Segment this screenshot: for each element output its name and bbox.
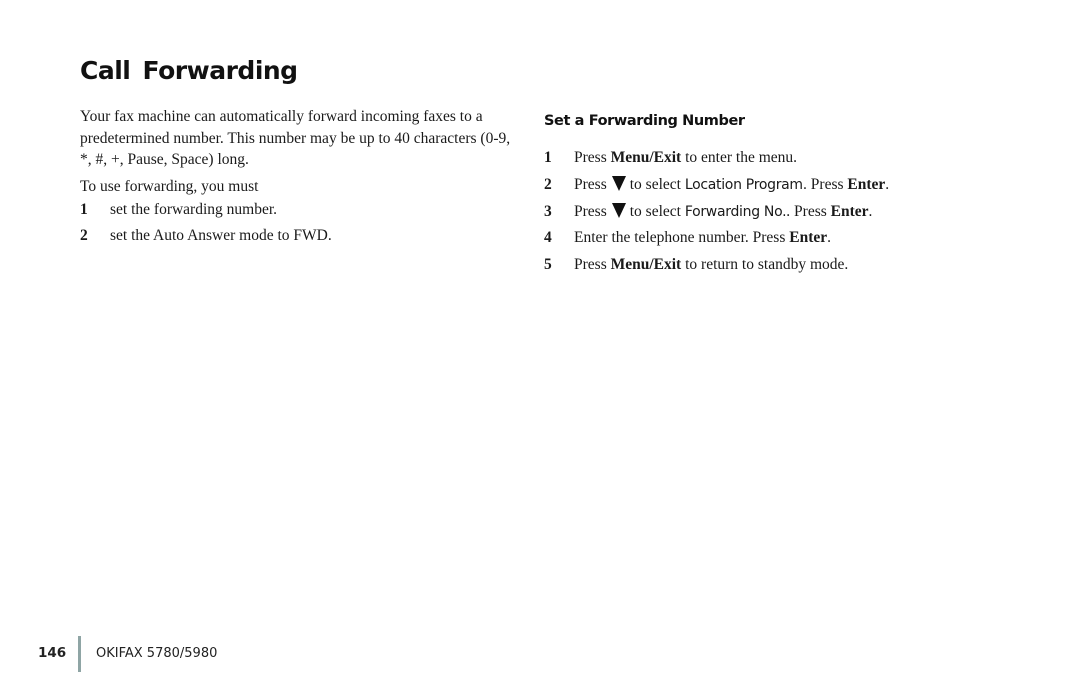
step-number: 2 <box>544 176 552 194</box>
step-number: 1 <box>80 201 88 219</box>
key-name: Enter <box>830 202 869 220</box>
page-number: 146 <box>38 645 67 661</box>
list-item: 2 set the Auto Answer mode to FWD. <box>80 223 520 249</box>
down-triangle-icon <box>611 202 626 218</box>
procedure-section: Set a Forwarding Number 1 Press Menu/Exi… <box>544 113 964 278</box>
step-number: 3 <box>544 202 552 220</box>
footer-divider <box>78 636 81 672</box>
text: Enter the telephone number. Press <box>574 229 790 247</box>
lcd-text: Location Program. <box>684 177 807 194</box>
down-triangle-icon <box>611 176 626 192</box>
page-title: Call Forwarding <box>80 56 298 85</box>
key-name: Menu/Exit <box>610 149 682 167</box>
procedure-steps: 1 Press Menu/Exit to enter the menu. 2 P… <box>544 145 964 278</box>
text: Press <box>806 176 848 194</box>
text: to return to standby mode. <box>681 256 849 274</box>
text: to enter the menu. <box>681 149 798 167</box>
step-number: 5 <box>544 256 552 274</box>
step-number: 1 <box>544 149 552 167</box>
text: . <box>868 202 873 220</box>
step-text: Press Menu/Exit to return to standby mod… <box>574 256 848 274</box>
text: . <box>827 229 831 247</box>
lead-text: To use forwarding, you must <box>80 177 259 195</box>
page-footer: 146 OKIFAX 5780/5980 <box>0 636 1080 672</box>
text: Press <box>574 256 611 274</box>
key-name: Menu/Exit <box>610 256 682 274</box>
list-item: 1 Press Menu/Exit to enter the menu. <box>544 145 964 172</box>
requirements-list: 1 set the forwarding number. 2 set the A… <box>80 197 520 249</box>
list-item: 2 Press to select Location Program. Press… <box>544 172 964 199</box>
text: Press <box>574 202 607 220</box>
list-item: 1 set the forwarding number. <box>80 197 520 223</box>
step-text: Press to select Location Program. Press E… <box>574 176 889 194</box>
step-text: Press to select Forwarding No.. Press Ent… <box>574 202 873 221</box>
lcd-text: Forwarding No. <box>684 203 787 220</box>
product-name: OKIFAX 5780/5980 <box>96 646 218 661</box>
text: . Press <box>786 202 831 220</box>
intro-paragraph: Your fax machine can automatically forwa… <box>80 108 511 168</box>
step-text: Enter the telephone number. Press Enter. <box>574 229 831 247</box>
list-item: 3 Press to select Forwarding No.. Press E… <box>544 198 964 225</box>
intro-section: Your fax machine can automatically forwa… <box>80 106 520 249</box>
step-number: 4 <box>544 229 552 247</box>
step-text: Press Menu/Exit to enter the menu. <box>574 149 797 167</box>
step-text: set the Auto Answer mode to FWD. <box>110 227 332 245</box>
step-number: 2 <box>80 227 88 245</box>
text: Press <box>574 176 607 194</box>
key-name: Enter <box>789 229 828 247</box>
list-item: 5 Press Menu/Exit to return to standby m… <box>544 252 964 279</box>
section-heading: Set a Forwarding Number <box>544 113 745 129</box>
list-item: 4 Enter the telephone number. Press Ente… <box>544 225 964 252</box>
text: to select <box>629 176 685 194</box>
key-name: Enter <box>847 176 886 194</box>
text: Press <box>574 149 611 167</box>
text: . <box>885 176 890 194</box>
text: to select <box>629 202 685 220</box>
step-text: set the forwarding number. <box>110 201 278 219</box>
